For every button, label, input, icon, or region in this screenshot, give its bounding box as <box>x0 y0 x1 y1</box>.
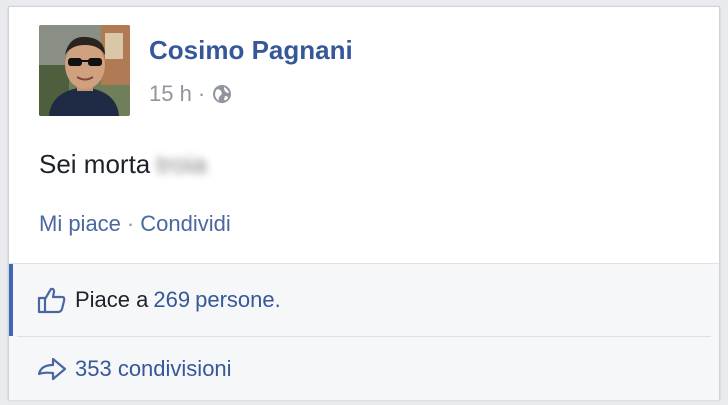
likes-count[interactable]: 269 <box>153 287 190 313</box>
thumbs-up-icon <box>37 286 67 314</box>
post-timestamp[interactable]: 15 h <box>149 81 192 107</box>
profile-avatar[interactable] <box>39 25 130 116</box>
actions-separator: · <box>126 211 135 236</box>
shares-text[interactable]: 353 condivisioni <box>75 356 232 382</box>
author-name[interactable]: Cosimo Pagnani <box>149 35 353 66</box>
post-actions: Mi piace · Condividi <box>39 211 231 237</box>
blurred-word: troia <box>156 149 207 179</box>
shares-summary[interactable]: 353 condivisioni <box>9 337 719 400</box>
post-content: Sei morta troia <box>39 149 207 180</box>
post-card: Cosimo Pagnani 15 h · Sei morta troia Mi … <box>8 6 720 400</box>
globe-icon[interactable] <box>211 83 233 105</box>
likes-summary: Piace a 269 persone. <box>9 264 719 336</box>
like-button[interactable]: Mi piace <box>39 211 121 236</box>
post-footer: Piace a 269 persone. 353 condivisioni <box>9 263 719 400</box>
post-meta: 15 h · <box>149 81 233 107</box>
likes-prefix: Piace a <box>75 287 149 312</box>
share-arrow-icon <box>37 356 67 382</box>
share-button[interactable]: Condividi <box>140 211 231 236</box>
likes-suffix[interactable]: persone. <box>195 287 281 313</box>
meta-separator: · <box>197 81 206 106</box>
post-text: Sei morta <box>39 149 151 179</box>
